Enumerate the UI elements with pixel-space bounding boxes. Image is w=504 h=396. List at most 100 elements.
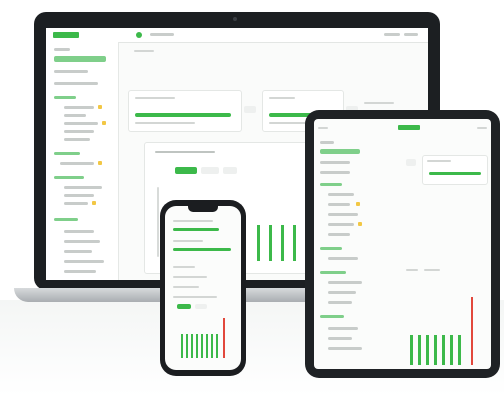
chart-bar	[257, 225, 260, 261]
chart-legend	[406, 269, 418, 271]
sidebar-item[interactable]	[328, 223, 354, 226]
sidebar-item[interactable]	[64, 130, 94, 133]
sidebar-item[interactable]	[328, 327, 358, 330]
top-bar-title	[150, 33, 174, 36]
filter-chip[interactable]	[406, 159, 416, 166]
sidebar-item[interactable]	[320, 171, 350, 174]
card-caption	[269, 122, 309, 124]
progress-bar	[173, 248, 231, 251]
card-caption	[135, 122, 195, 124]
chart-title	[155, 151, 215, 153]
chart-bar	[426, 335, 429, 365]
list-item[interactable]	[173, 286, 199, 288]
camera-icon	[233, 17, 237, 21]
progress-bar	[135, 113, 231, 117]
progress-bar	[429, 172, 481, 175]
tag-icon	[358, 222, 362, 226]
chart-bar	[181, 334, 183, 358]
user-menu[interactable]	[384, 33, 400, 36]
sidebar-item[interactable]	[64, 260, 104, 263]
summary-card	[422, 155, 488, 185]
sidebar-item[interactable]	[64, 202, 88, 205]
chart-bar	[450, 335, 453, 365]
summary-card	[128, 90, 242, 132]
y-axis	[157, 187, 159, 257]
sidebar-item[interactable]	[64, 106, 94, 109]
chart-bar	[216, 334, 218, 358]
sidebar-item[interactable]	[54, 48, 70, 51]
sidebar-item[interactable]	[54, 82, 98, 85]
chart-bar	[206, 334, 208, 358]
chart-bar	[458, 335, 461, 365]
sidebar-item[interactable]	[64, 186, 102, 189]
notch	[188, 206, 218, 212]
tab[interactable]	[201, 167, 219, 174]
sidebar-active-item[interactable]	[54, 56, 106, 62]
sidebar-item[interactable]	[64, 114, 86, 117]
settings-menu[interactable]	[404, 33, 418, 36]
logo-icon[interactable]	[53, 32, 79, 38]
tablet	[305, 110, 500, 378]
sidebar-section-header	[320, 247, 342, 250]
chart-bar	[191, 334, 193, 358]
sidebar-item[interactable]	[64, 230, 94, 233]
sidebar-item[interactable]	[320, 141, 334, 144]
sidebar-item[interactable]	[328, 301, 352, 304]
card-caption	[364, 102, 394, 104]
phone-screen	[165, 206, 241, 370]
sidebar-section-header	[54, 96, 76, 99]
sidebar-item[interactable]	[328, 281, 362, 284]
list-item[interactable]	[173, 296, 217, 298]
chart-bar-alert	[223, 318, 225, 358]
chart-bar	[201, 334, 203, 358]
chart-legend	[424, 269, 440, 271]
sidebar-active-item[interactable]	[320, 149, 360, 154]
sidebar-item[interactable]	[54, 70, 88, 73]
tab-active[interactable]	[177, 304, 191, 309]
chart-bar	[293, 225, 296, 261]
sidebar-item[interactable]	[328, 291, 356, 294]
tab[interactable]	[195, 304, 207, 309]
back-link[interactable]	[318, 127, 328, 129]
breadcrumb	[134, 50, 154, 52]
tag-icon	[356, 202, 360, 206]
top-bar	[46, 28, 428, 43]
tablet-screen	[314, 119, 491, 369]
list-item[interactable]	[173, 240, 203, 242]
chart-bar	[196, 334, 198, 358]
logo-icon[interactable]	[398, 125, 420, 130]
chart-bar	[281, 225, 284, 261]
sidebar-item[interactable]	[64, 240, 100, 243]
sidebar-item[interactable]	[328, 233, 350, 236]
sidebar-item[interactable]	[64, 250, 92, 253]
sidebar-item[interactable]	[64, 270, 96, 273]
page-title	[173, 220, 213, 222]
phone	[160, 200, 246, 376]
tag-icon	[102, 121, 106, 125]
sidebar-item[interactable]	[320, 161, 350, 164]
sidebar-item[interactable]	[64, 122, 98, 125]
tab-active[interactable]	[175, 167, 197, 174]
list-item[interactable]	[173, 266, 195, 268]
sidebar-section-header	[320, 183, 342, 186]
tab[interactable]	[223, 167, 237, 174]
tag-icon	[98, 105, 102, 109]
chart-bar	[211, 334, 213, 358]
sidebar-item[interactable]	[328, 193, 354, 196]
list-item[interactable]	[173, 276, 207, 278]
sidebar-item[interactable]	[328, 257, 358, 260]
sidebar-item[interactable]	[328, 203, 350, 206]
sidebar-section-header	[54, 218, 78, 221]
sidebar-item[interactable]	[64, 194, 94, 197]
filter-chip[interactable]	[244, 106, 256, 113]
sidebar-item[interactable]	[328, 337, 352, 340]
sidebar-item[interactable]	[328, 213, 358, 216]
chart-bar	[418, 335, 421, 365]
sidebar-item[interactable]	[64, 138, 90, 141]
chart-bar	[442, 335, 445, 365]
sidebar-item[interactable]	[60, 162, 94, 165]
chart-bar	[269, 225, 272, 261]
chart-bar	[410, 335, 413, 365]
sidebar-item[interactable]	[328, 347, 362, 350]
menu-button[interactable]	[477, 127, 487, 129]
